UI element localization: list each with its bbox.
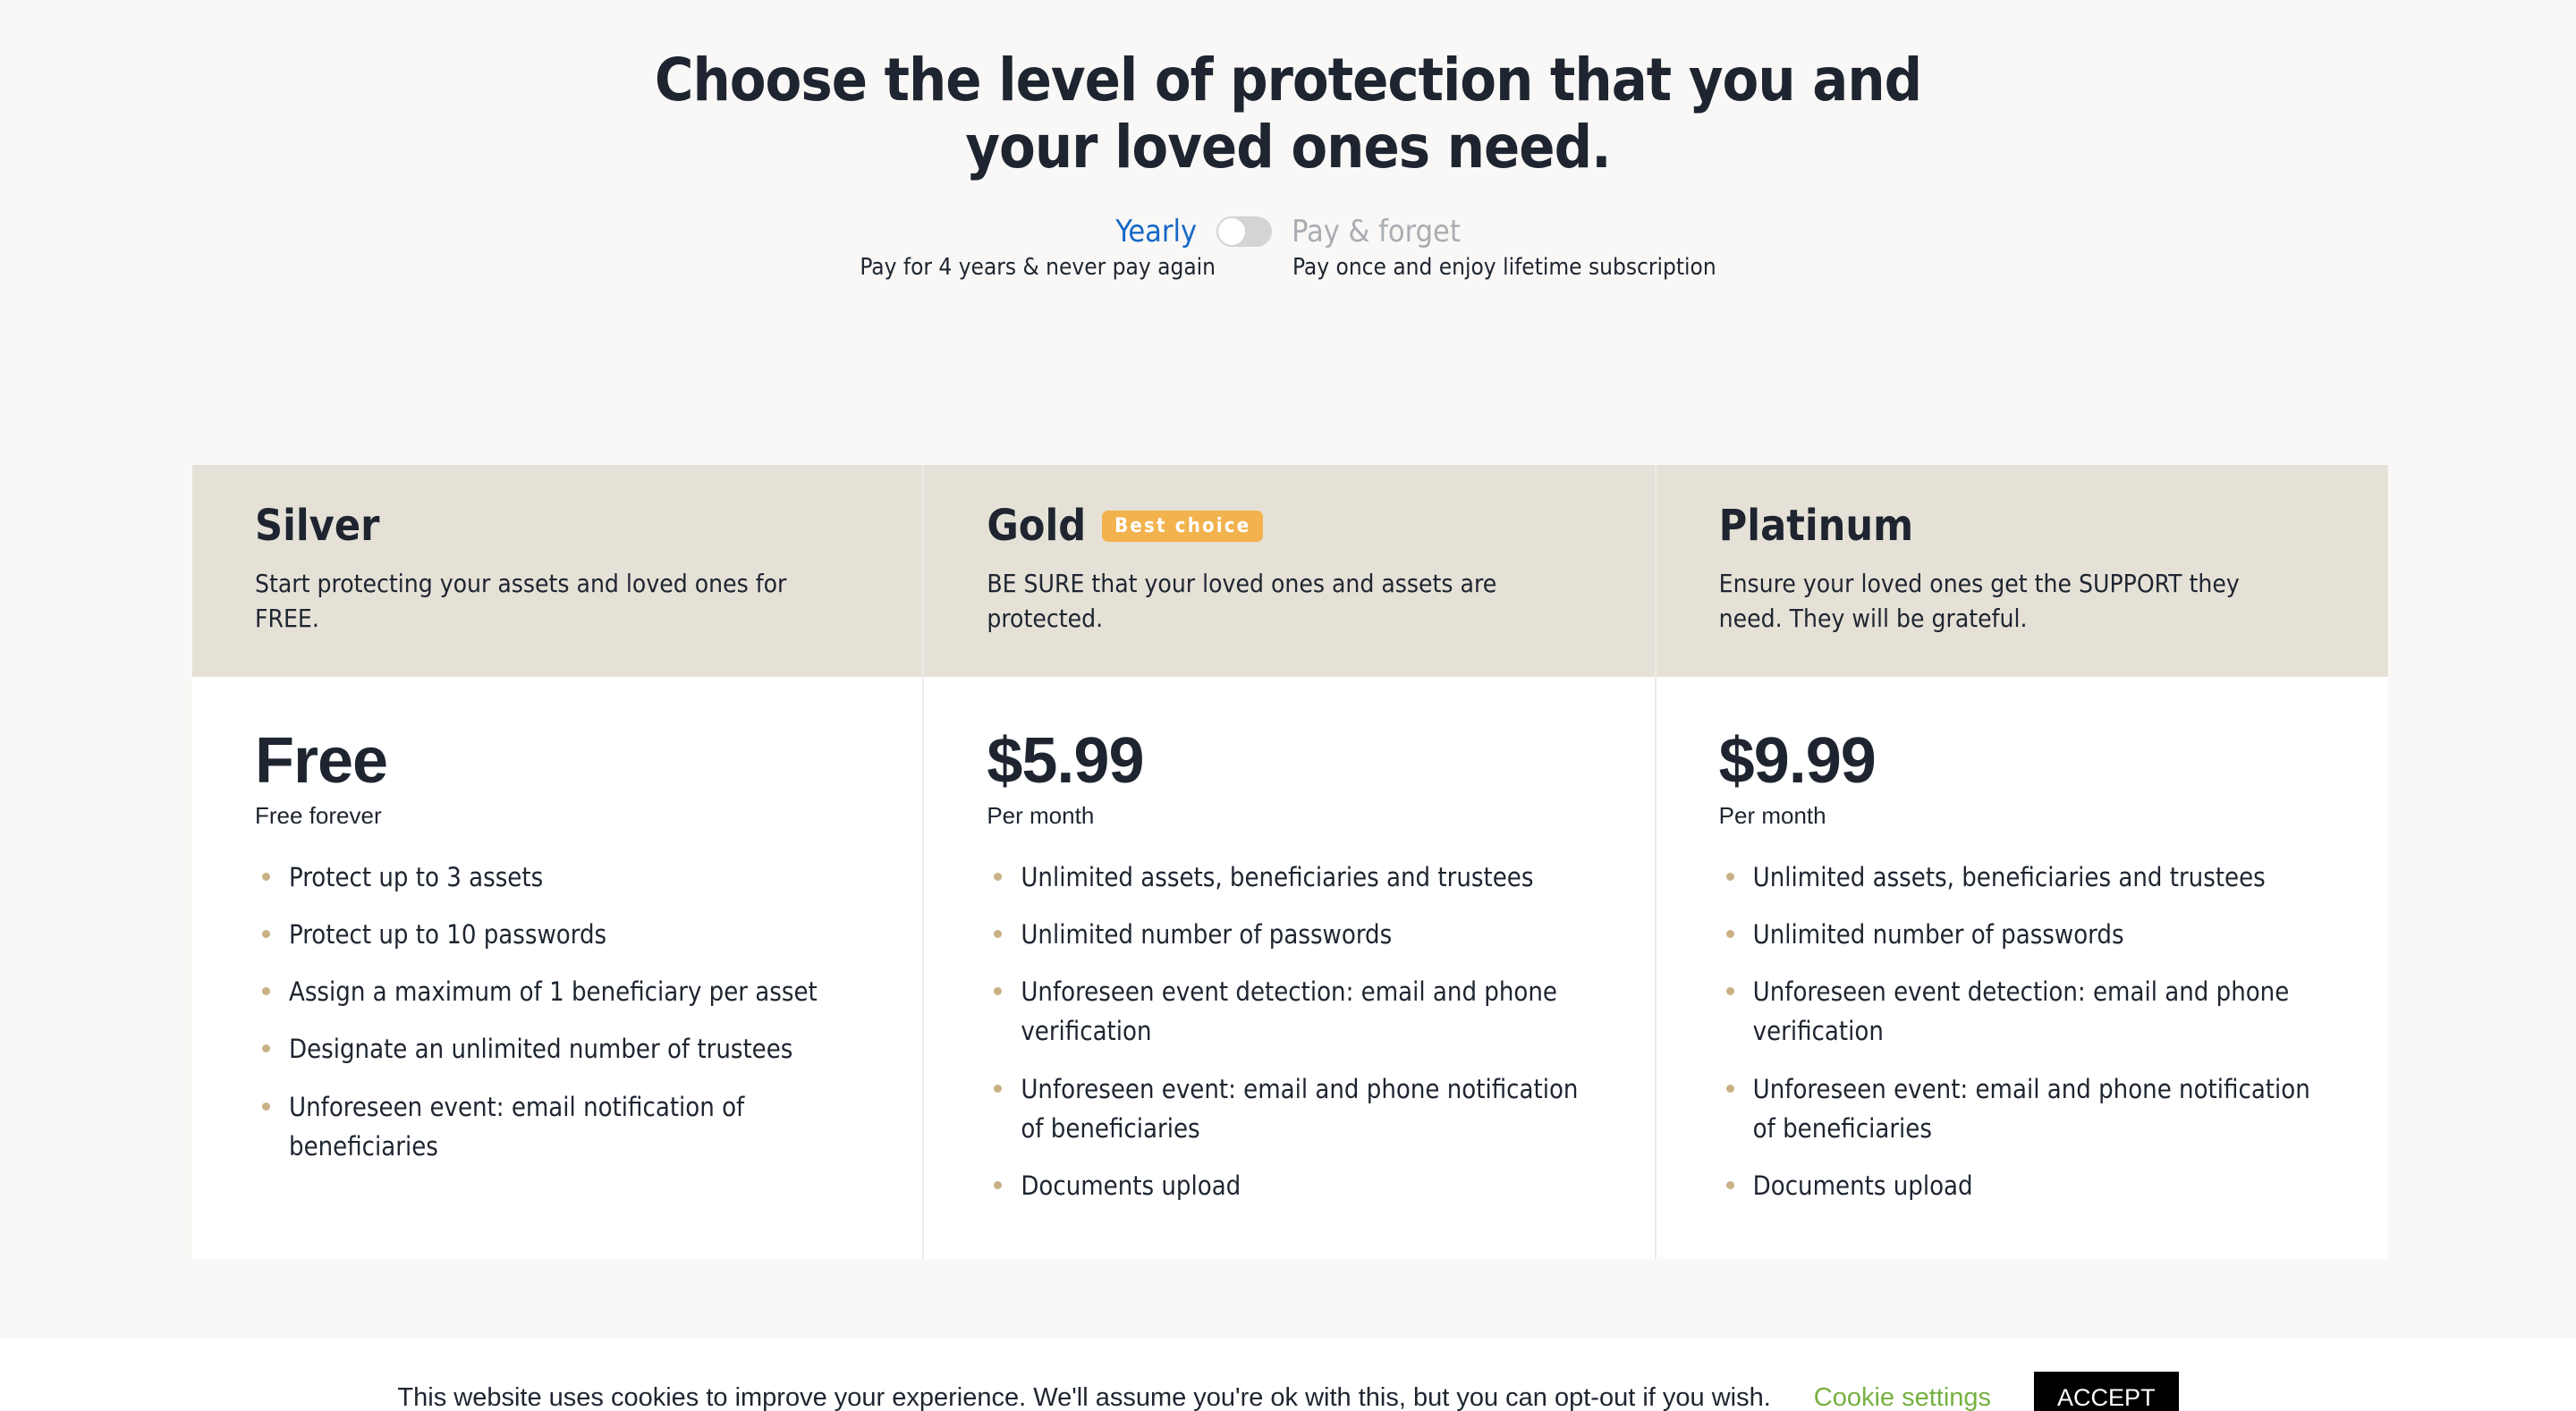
feature-text: Documents upload — [1021, 1170, 1241, 1201]
feature-text: Designate an unlimited number of trustee… — [289, 1034, 793, 1065]
plan-name-gold: Gold — [987, 501, 1087, 551]
plan-body-silver: Free Free forever Protect up to 3 assets… — [192, 677, 923, 1220]
feature-item: Documents upload — [987, 1166, 1591, 1205]
feature-item: Unlimited assets, beneficiaries and trus… — [987, 858, 1591, 897]
cookie-message: This website uses cookies to improve you… — [397, 1383, 1771, 1411]
plan-title-row-gold: Gold Best choice — [987, 504, 1591, 547]
feature-text: Unforeseen event: email and phone notifi… — [1021, 1073, 1579, 1144]
feature-item: Unforeseen event: email notification of … — [255, 1087, 860, 1166]
pricing-table: Silver Start protecting your assets and … — [192, 465, 2388, 1259]
feature-text: Unlimited assets, beneficiaries and trus… — [1752, 862, 2266, 893]
feature-list-gold: Unlimited assets, beneficiaries and trus… — [987, 858, 1591, 1205]
cookie-consent-banner: This website uses cookies to improve you… — [0, 1339, 2576, 1411]
plan-tagline-silver: Start protecting your assets and loved o… — [255, 569, 787, 633]
billing-caption-payforget: Pay once and enjoy lifetime subscription — [1292, 254, 1716, 282]
plan-period-silver: Free forever — [255, 802, 382, 830]
feature-item: Unforeseen event: email and phone notifi… — [987, 1069, 1591, 1148]
feature-text: Unlimited assets, beneficiaries and trus… — [1021, 862, 1534, 893]
feature-item: Designate an unlimited number of trustee… — [255, 1029, 860, 1069]
best-choice-badge: Best choice — [1102, 510, 1264, 542]
billing-toggle-switch[interactable] — [1216, 216, 1273, 248]
plan-card-gold: Gold Best choice BE SURE that your loved… — [924, 465, 1657, 1259]
plan-price-silver: Free — [255, 725, 388, 798]
plan-title-row-silver: Silver — [255, 504, 860, 547]
feature-text: Assign a maximum of 1 beneficiary per as… — [289, 976, 818, 1008]
plan-card-platinum: Platinum Ensure your loved ones get the … — [1656, 465, 2388, 1259]
bullet-icon — [262, 1102, 270, 1111]
bullet-icon — [262, 987, 270, 996]
bullet-icon — [994, 1180, 1003, 1189]
bullet-icon — [1725, 930, 1734, 939]
cookie-accept-button[interactable]: ACCEPT — [2034, 1372, 2179, 1411]
page-title: Choose the level of protection that you … — [0, 46, 2576, 182]
feature-text: Unforeseen event detection: email and ph… — [1021, 976, 1557, 1047]
plan-name-platinum: Platinum — [1718, 501, 1914, 551]
feature-item: Unlimited number of passwords — [1719, 915, 2326, 954]
feature-item: Documents upload — [1719, 1166, 2326, 1205]
bullet-icon — [994, 987, 1003, 996]
feature-text: Protect up to 3 assets — [289, 862, 544, 893]
feature-item: Assign a maximum of 1 beneficiary per as… — [255, 972, 860, 1011]
page-title-line-1: Choose the level of protection that you … — [654, 46, 1922, 114]
plan-price-platinum: $9.99 — [1718, 725, 1877, 798]
page-title-line-2: your loved ones need. — [965, 113, 1611, 182]
plan-body-gold: $5.99 Per month Unlimited assets, benefi… — [924, 677, 1655, 1259]
plan-tagline-platinum: Ensure your loved ones get the SUPPORT t… — [1718, 569, 2240, 633]
feature-text: Documents upload — [1752, 1170, 1973, 1201]
feature-text: Unforeseen event: email and phone notifi… — [1752, 1073, 2310, 1144]
feature-item: Unforeseen event detection: email and ph… — [987, 972, 1591, 1051]
bullet-icon — [262, 1044, 270, 1053]
plan-title-row-platinum: Platinum — [1719, 504, 2326, 547]
plan-name-silver: Silver — [255, 501, 380, 551]
bullet-icon — [994, 873, 1003, 882]
billing-option-yearly-label[interactable]: Yearly — [1115, 216, 1197, 247]
plan-tagline-gold: BE SURE that your loved ones and assets … — [987, 569, 1497, 633]
plan-card-silver: Silver Start protecting your assets and … — [192, 465, 925, 1259]
plan-price-gold: $5.99 — [987, 725, 1144, 798]
bullet-icon — [262, 873, 270, 882]
feature-item: Unforeseen event: email and phone notifi… — [1719, 1069, 2326, 1148]
plan-header-gold: Gold Best choice BE SURE that your loved… — [924, 465, 1655, 678]
feature-item: Unlimited assets, beneficiaries and trus… — [1719, 858, 2326, 897]
plan-header-silver: Silver Start protecting your assets and … — [192, 465, 923, 678]
bullet-icon — [262, 930, 270, 939]
feature-item: Protect up to 3 assets — [255, 858, 860, 897]
billing-option-payforget-label[interactable]: Pay & forget — [1292, 216, 1461, 247]
plan-period-gold: Per month — [987, 802, 1095, 830]
bullet-icon — [1725, 873, 1734, 882]
bullet-icon — [994, 930, 1003, 939]
feature-item: Unlimited number of passwords — [987, 915, 1591, 954]
plan-period-platinum: Per month — [1718, 802, 1826, 830]
plan-header-platinum: Platinum Ensure your loved ones get the … — [1656, 465, 2388, 678]
feature-text: Unlimited number of passwords — [1752, 919, 2124, 951]
billing-period-toggle-group: Yearly Pay & forget Pay for 4 years & ne… — [0, 216, 2576, 281]
billing-toggle-row: Yearly Pay & forget — [1115, 216, 1461, 248]
feature-list-silver: Protect up to 3 assets Protect up to 10 … — [255, 858, 860, 1165]
feature-text: Unforeseen event: email notification of … — [289, 1091, 745, 1162]
feature-item: Unforeseen event detection: email and ph… — [1719, 972, 2326, 1051]
feature-item: Protect up to 10 passwords — [255, 915, 860, 954]
billing-toggle-knob — [1218, 218, 1246, 246]
feature-list-platinum: Unlimited assets, beneficiaries and trus… — [1719, 858, 2326, 1205]
billing-caption-yearly: Pay for 4 years & never pay again — [860, 254, 1216, 282]
feature-text: Unlimited number of passwords — [1021, 919, 1393, 951]
feature-text: Protect up to 10 passwords — [289, 919, 607, 951]
feature-text: Unforeseen event detection: email and ph… — [1752, 976, 2290, 1047]
bullet-icon — [994, 1084, 1003, 1093]
plan-body-platinum: $9.99 Per month Unlimited assets, benefi… — [1656, 677, 2388, 1259]
bullet-icon — [1725, 1180, 1734, 1189]
cookie-settings-link[interactable]: Cookie settings — [1814, 1385, 1991, 1411]
billing-toggle-captions: Pay for 4 years & never pay again Pay on… — [860, 254, 1716, 281]
bullet-icon — [1725, 1084, 1734, 1093]
bullet-icon — [1725, 987, 1734, 996]
